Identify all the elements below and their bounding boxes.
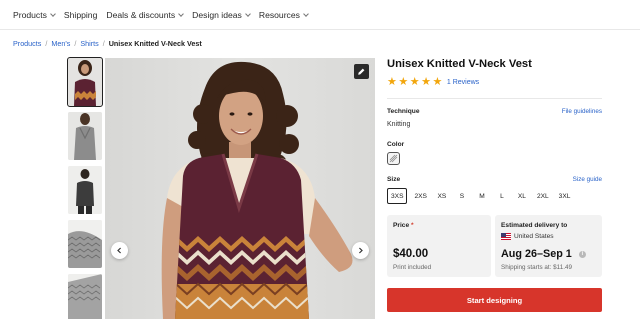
thumbnail-back-image xyxy=(68,166,102,214)
price-label: Price xyxy=(393,222,410,229)
previous-image-button[interactable] xyxy=(111,242,128,259)
breadcrumb-separator: / xyxy=(45,39,48,48)
reviews-link[interactable]: 1 Reviews xyxy=(447,79,479,86)
breadcrumb: Products / Men's / Shirts / Unisex Knitt… xyxy=(13,39,202,48)
size-guide-link[interactable]: Size guide xyxy=(573,176,602,183)
size-option-xl[interactable]: XL xyxy=(514,188,530,204)
size-label: Size xyxy=(387,176,401,183)
breadcrumb-mens[interactable]: Men's xyxy=(51,39,70,48)
thumbnail-back[interactable] xyxy=(68,166,102,214)
thumbnail-list xyxy=(67,57,103,319)
product-details-panel: Unisex Knitted V-Neck Vest ★ ★ ★ ★ ★ 1 R… xyxy=(387,58,602,312)
breadcrumb-current: Unisex Knitted V-Neck Vest xyxy=(108,39,202,48)
breadcrumb-separator: / xyxy=(74,39,77,48)
next-image-button[interactable] xyxy=(352,242,369,259)
size-option-l[interactable]: L xyxy=(494,188,510,204)
star-icon: ★ xyxy=(421,76,431,88)
chevron-left-icon xyxy=(117,247,122,254)
nav-products-label: Products xyxy=(13,9,47,20)
start-designing-button[interactable]: Start designing xyxy=(387,288,602,312)
star-icon: ★ xyxy=(387,76,397,88)
delivery-label: Estimated delivery to xyxy=(501,222,568,229)
size-option-3xl[interactable]: 3XL xyxy=(556,188,574,204)
chevron-right-icon xyxy=(358,247,363,254)
star-icon: ★ xyxy=(398,76,409,88)
star-icon: ★ xyxy=(432,76,443,88)
breadcrumb-products[interactable]: Products xyxy=(13,39,41,48)
print-included-note: Print included xyxy=(393,264,432,271)
delivery-card: Estimated delivery to United States Aug … xyxy=(495,215,602,277)
nav-deals-label: Deals & discounts xyxy=(106,9,176,20)
price-label-row: Price * xyxy=(393,222,485,229)
shipping-price-note: Shipping starts at: $11.49 xyxy=(501,264,572,271)
chevron-down-icon xyxy=(50,10,56,17)
nav-resources[interactable]: Resources xyxy=(258,9,309,20)
price-value: $40.00 xyxy=(393,248,429,260)
thumbnail-front-flat-image xyxy=(68,112,102,160)
thumbnail-detail-2[interactable] xyxy=(68,274,102,319)
multicolor-swatch-icon xyxy=(389,154,398,163)
info-icon[interactable]: i xyxy=(578,250,586,258)
ship-to-country[interactable]: United States xyxy=(501,233,596,240)
product-title: Unisex Knitted V-Neck Vest xyxy=(387,58,532,70)
size-option-2xs[interactable]: 2XS xyxy=(411,188,429,204)
nav-shipping[interactable]: Shipping xyxy=(64,10,97,20)
thumbnail-detail-1-image xyxy=(68,220,102,268)
thumbnail-front-model[interactable] xyxy=(67,57,103,107)
file-guidelines-link[interactable]: File guidelines xyxy=(562,108,602,115)
thumbnail-front-flat[interactable] xyxy=(68,112,102,160)
chevron-down-icon xyxy=(245,10,251,17)
price-delivery-cards: Price * $40.00 Print included Estimated … xyxy=(387,215,602,277)
technique-section: Technique File guidelines Knitting xyxy=(387,108,602,128)
nav-deals[interactable]: Deals & discounts xyxy=(106,9,185,20)
model-wearing-vest-image xyxy=(105,58,375,319)
size-option-2xl[interactable]: 2XL xyxy=(534,188,552,204)
color-swatch[interactable] xyxy=(387,152,400,165)
top-nav: Products Shipping Deals & discounts Desi… xyxy=(0,0,640,30)
star-icon: ★ xyxy=(409,76,420,88)
thumbnail-front-model-image xyxy=(68,58,102,106)
divider xyxy=(387,98,602,99)
breadcrumb-separator: / xyxy=(102,39,105,48)
delivery-dates-row: Aug 26–Sep 1 i xyxy=(501,248,586,260)
size-option-s[interactable]: S xyxy=(454,188,470,204)
edit-image-button[interactable] xyxy=(354,64,369,79)
chevron-down-icon xyxy=(303,10,309,17)
country-name: United States xyxy=(514,233,554,240)
chevron-down-icon xyxy=(178,10,185,17)
technique-value: Knitting xyxy=(387,121,411,128)
nav-shipping-label: Shipping xyxy=(63,9,98,20)
nav-resources-label: Resources xyxy=(258,9,300,20)
product-rating: ★ ★ ★ ★ ★ 1 Reviews xyxy=(387,77,602,88)
size-section: Size Size guide 3XS 2XS XS S M L XL 2XL … xyxy=(387,176,602,204)
main-product-image xyxy=(105,58,375,319)
size-options: 3XS 2XS XS S M L XL 2XL 3XL xyxy=(387,188,602,204)
size-option-xs[interactable]: XS xyxy=(434,188,450,204)
us-flag-icon xyxy=(501,233,511,240)
technique-label: Technique xyxy=(387,108,420,115)
thumbnail-detail-2-image xyxy=(68,274,102,319)
delivery-dates: Aug 26–Sep 1 xyxy=(501,248,572,260)
nav-products[interactable]: Products xyxy=(13,9,56,20)
nav-design-ideas[interactable]: Design ideas xyxy=(192,9,251,20)
color-section: Color xyxy=(387,141,602,165)
breadcrumb-shirts[interactable]: Shirts xyxy=(80,39,98,48)
size-option-m[interactable]: M xyxy=(474,188,490,204)
nav-design-ideas-label: Design ideas xyxy=(192,9,242,20)
color-label: Color xyxy=(387,141,405,148)
required-mark: * xyxy=(410,222,414,229)
price-card: Price * $40.00 Print included xyxy=(387,215,491,277)
pencil-icon xyxy=(358,68,365,75)
size-option-3xs[interactable]: 3XS xyxy=(387,188,408,204)
thumbnail-detail-1[interactable] xyxy=(68,220,102,268)
